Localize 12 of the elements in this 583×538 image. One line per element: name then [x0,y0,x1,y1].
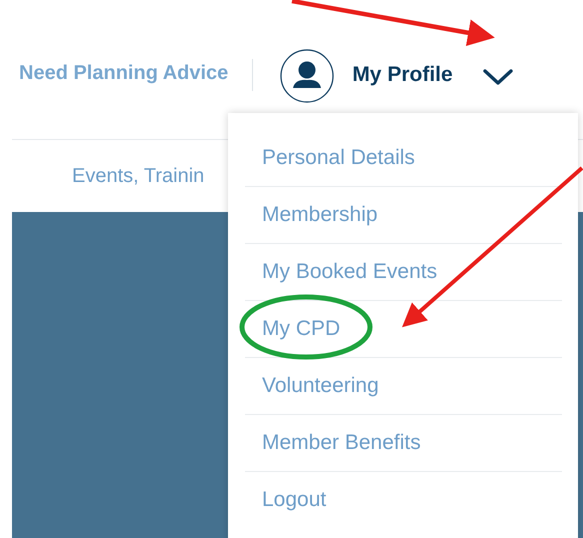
menu-item[interactable]: My Booked Events [262,260,438,284]
menu-item[interactable]: My CPD [262,317,340,341]
advice-link[interactable]: Need Planning Advice [19,62,228,85]
menu-item[interactable]: Member Benefits [262,431,421,455]
chevron-down-icon[interactable] [482,69,513,85]
menu-item[interactable]: Volunteering [262,374,379,398]
nav-link[interactable]: Events, Trainin [72,164,204,188]
menu-item[interactable]: Logout [262,488,326,512]
profile-label[interactable]: My Profile [352,63,453,87]
menu-item[interactable]: Personal Details [262,146,415,170]
menu-item[interactable]: Membership [262,203,378,227]
user-avatar-icon[interactable] [280,49,334,103]
